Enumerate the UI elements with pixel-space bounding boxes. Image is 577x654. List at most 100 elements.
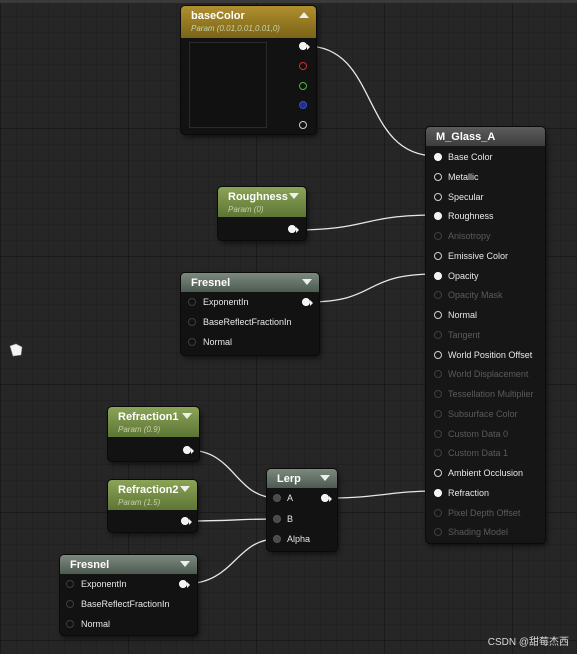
lerp-output-pin[interactable] bbox=[321, 494, 332, 502]
opacity-mask-pin[interactable] bbox=[434, 291, 442, 300]
base-color-label: Base Color bbox=[448, 152, 493, 162]
material-node-header[interactable]: M_Glass_A bbox=[426, 127, 545, 146]
ambient-occlusion-label: Ambient Occlusion bbox=[448, 468, 524, 478]
alpha-input-pin[interactable] bbox=[273, 535, 281, 543]
tangent-pin[interactable] bbox=[434, 330, 442, 339]
basecolor-title: baseColor bbox=[191, 10, 245, 22]
fresnel-output-pin[interactable] bbox=[302, 298, 313, 306]
roughness-pin[interactable] bbox=[434, 212, 442, 221]
roughness-output-pin[interactable] bbox=[288, 225, 299, 233]
fresnel-node-header[interactable]: Fresnel bbox=[60, 555, 197, 574]
collapse-icon[interactable] bbox=[289, 193, 299, 199]
alpha-label: Alpha bbox=[287, 534, 311, 544]
basereflectfractionin-pin[interactable] bbox=[66, 600, 74, 608]
wire-refraction2 bbox=[185, 518, 278, 522]
b-input-pin[interactable] bbox=[273, 515, 281, 523]
exponentin-pin[interactable] bbox=[66, 580, 74, 588]
custom-data-1-pin[interactable] bbox=[434, 449, 442, 458]
basereflectfractionin-label: BaseReflectFractionIn bbox=[81, 599, 170, 609]
refraction-pin[interactable] bbox=[434, 488, 442, 497]
basecolor-subtitle: Param (0.01,0.01,0.01,0) bbox=[191, 24, 280, 33]
lerp-node[interactable]: Lerp A B Alpha bbox=[267, 469, 337, 551]
shading-model-pin[interactable] bbox=[434, 528, 442, 537]
normal-pin[interactable] bbox=[66, 620, 74, 628]
emissive-color-label: Emissive Color bbox=[448, 250, 509, 261]
collapse-icon[interactable] bbox=[320, 475, 330, 481]
basereflectfractionin-pin[interactable] bbox=[188, 318, 196, 326]
collapse-icon[interactable] bbox=[182, 413, 192, 419]
fresnel-output-pin[interactable] bbox=[179, 580, 190, 588]
a-label: A bbox=[287, 493, 294, 503]
anisotropy-pin[interactable] bbox=[434, 232, 442, 240]
tangent-label: Tangent bbox=[448, 329, 481, 340]
custom-data-0-label: Custom Data 0 bbox=[448, 428, 509, 439]
refraction1-node-header[interactable]: Refraction1 Param (0.9) bbox=[108, 407, 199, 437]
metallic-pin[interactable] bbox=[434, 172, 442, 181]
refraction1-title: Refraction1 bbox=[118, 411, 179, 423]
collapse-icon[interactable] bbox=[302, 279, 312, 285]
material-result-node[interactable]: M_Glass_A Base Color Metallic Specular Roug… bbox=[426, 127, 545, 543]
roughness-title: Roughness bbox=[228, 191, 288, 203]
a-input-pin[interactable] bbox=[273, 494, 281, 502]
fresnel-node-header[interactable]: Fresnel bbox=[181, 273, 319, 292]
collapse-icon[interactable] bbox=[299, 12, 309, 18]
normal-pin[interactable] bbox=[434, 311, 442, 319]
refraction2-node-header[interactable]: Refraction2 Param (1.5) bbox=[108, 480, 197, 510]
fresnel-title: Fresnel bbox=[70, 559, 110, 571]
base-color-pin[interactable] bbox=[434, 153, 442, 161]
wire-fresnel-alpha bbox=[183, 538, 278, 585]
metallic-label: Metallic bbox=[448, 171, 479, 182]
color-preview bbox=[189, 42, 267, 128]
wire-opacity bbox=[306, 273, 437, 303]
fresnel-title: Fresnel bbox=[191, 277, 231, 289]
refraction2-output-pin[interactable] bbox=[181, 517, 192, 525]
refraction1-node[interactable]: Refraction1 Param (0.9) bbox=[108, 407, 199, 461]
refraction2-title: Refraction2 bbox=[118, 484, 179, 496]
refraction2-node[interactable]: Refraction2 Param (1.5) bbox=[108, 480, 197, 532]
tessellation-multiplier-label: Tessellation Multiplier bbox=[448, 389, 534, 399]
g-output-pin[interactable] bbox=[299, 82, 307, 90]
mouse-cursor-icon bbox=[9, 343, 23, 357]
roughness-node-header[interactable]: Roughness Param (0) bbox=[218, 187, 306, 217]
basecolor-node-header[interactable]: baseColor Param (0.01,0.01,0.01,0) bbox=[181, 6, 316, 38]
rgb-output-pin[interactable] bbox=[299, 42, 310, 50]
subsurface-color-pin[interactable] bbox=[434, 409, 442, 418]
exponentin-pin[interactable] bbox=[188, 298, 196, 306]
refraction-label: Refraction bbox=[448, 487, 490, 498]
lerp-node-header[interactable]: Lerp bbox=[267, 469, 337, 488]
normal-label: Normal bbox=[81, 619, 111, 629]
b-output-pin[interactable] bbox=[299, 101, 307, 109]
fresnel-node[interactable]: Fresnel ExponentIn BaseReflectFractionIn… bbox=[181, 273, 319, 355]
pixel-depth-offset-label: Pixel Depth Offset bbox=[448, 507, 521, 518]
b-label: B bbox=[287, 514, 294, 524]
wire-refraction1 bbox=[187, 449, 278, 499]
fresnel-node[interactable]: Fresnel ExponentIn BaseReflectFractionIn… bbox=[60, 555, 197, 635]
pixel-depth-offset-pin[interactable] bbox=[434, 508, 442, 517]
ambient-occlusion-pin[interactable] bbox=[434, 469, 442, 477]
a-output-pin[interactable] bbox=[299, 121, 307, 129]
normal-pin[interactable] bbox=[188, 338, 196, 346]
anisotropy-label: Anisotropy bbox=[448, 231, 491, 241]
refraction1-output-pin[interactable] bbox=[183, 446, 194, 454]
world-displacement-pin[interactable] bbox=[434, 370, 442, 379]
basecolor-node[interactable]: baseColor Param (0.01,0.01,0.01,0) bbox=[181, 6, 316, 134]
exponentin-label: ExponentIn bbox=[81, 579, 127, 589]
basereflectfractionin-label: BaseReflectFractionIn bbox=[203, 317, 292, 327]
world-displacement-label: World Displacement bbox=[448, 369, 529, 380]
world-position-offset-pin[interactable] bbox=[434, 350, 442, 359]
normal-label: Normal bbox=[448, 310, 478, 320]
wire-roughness bbox=[293, 214, 437, 231]
watermark: CSDN @甜莓杰西 bbox=[487, 637, 569, 648]
opacity-pin[interactable] bbox=[434, 271, 442, 280]
emissive-color-pin[interactable] bbox=[434, 251, 442, 260]
roughness-node[interactable]: Roughness Param (0) bbox=[218, 187, 306, 240]
r-output-pin[interactable] bbox=[299, 62, 307, 70]
specular-pin[interactable] bbox=[434, 192, 442, 201]
collapse-icon[interactable] bbox=[180, 486, 190, 492]
tessellation-multiplier-pin[interactable] bbox=[434, 390, 442, 398]
opacity-mask-label: Opacity Mask bbox=[448, 290, 503, 301]
collapse-icon[interactable] bbox=[180, 561, 190, 567]
custom-data-1-label: Custom Data 1 bbox=[448, 448, 509, 459]
custom-data-0-pin[interactable] bbox=[434, 429, 442, 438]
wire-basecolor bbox=[305, 45, 437, 157]
